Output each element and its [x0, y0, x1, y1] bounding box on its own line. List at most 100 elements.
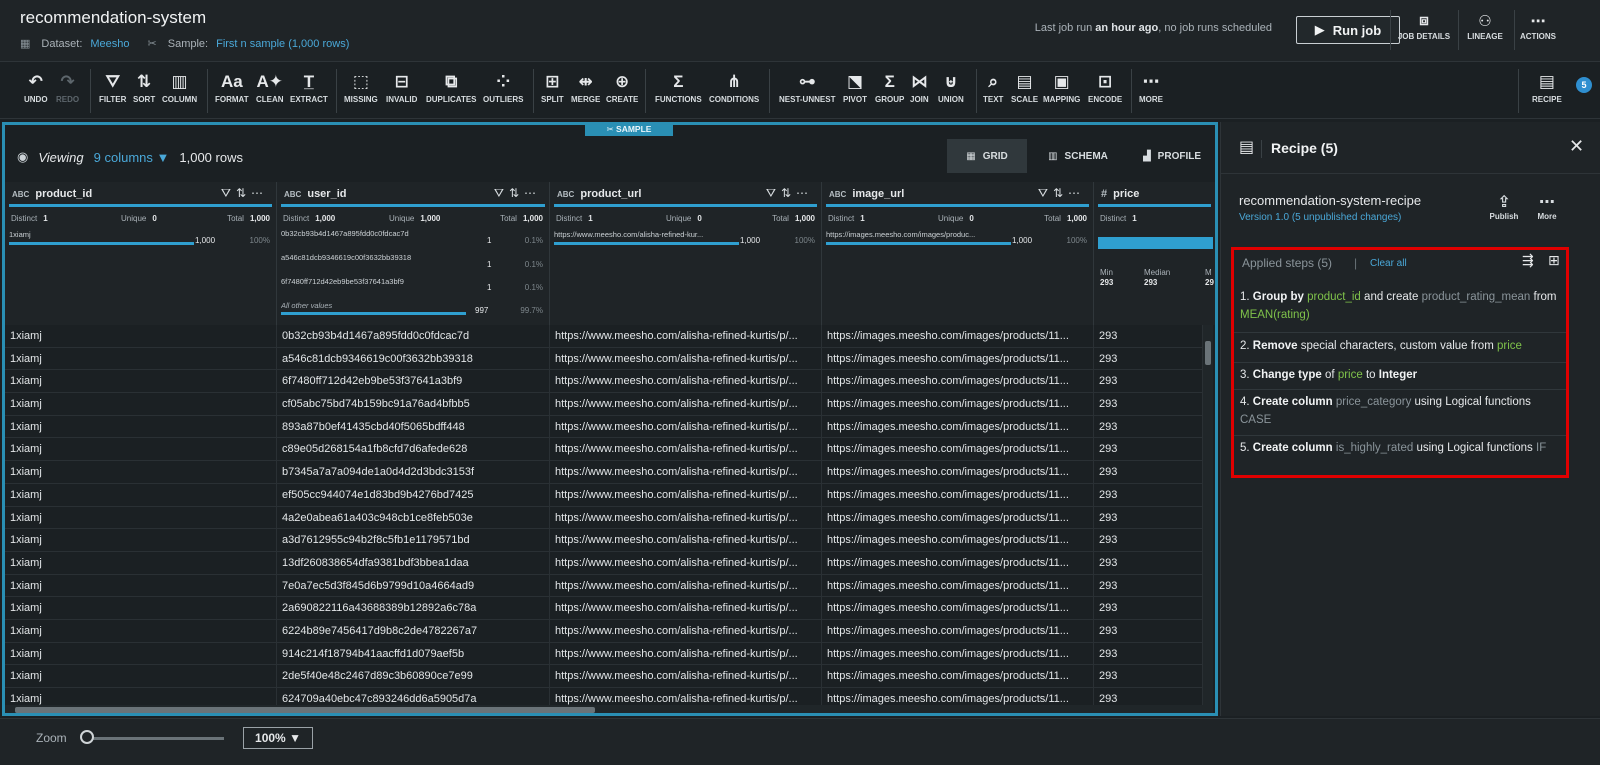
recipe-button[interactable]: ▤ RECIPE — [1532, 71, 1562, 104]
table-cell[interactable]: https://images.meesho.com/images/product… — [822, 642, 1094, 665]
table-cell[interactable]: a3d7612955c94b2f8c5fb1e1179571bd — [277, 529, 550, 551]
extract-button[interactable]: T̲ EXTRACT — [290, 71, 328, 104]
table-cell[interactable]: 293 — [1094, 415, 1203, 438]
table-cell[interactable]: https://www.meesho.com/alisha-refined-ku… — [550, 438, 822, 461]
conditions-button[interactable]: ⋔ CONDITIONS — [709, 71, 759, 104]
table-cell[interactable]: https://www.meesho.com/alisha-refined-ku… — [550, 642, 822, 665]
zoom-slider[interactable] — [84, 737, 224, 740]
encode-button[interactable]: ⊡ ENCODE — [1088, 71, 1122, 104]
duplicates-button[interactable]: ⧉ DUPLICATES — [426, 71, 477, 104]
table-cell[interactable]: 4a2e0abea61a403c948cb1ce8feb503e — [277, 506, 550, 529]
table-cell[interactable]: 1xiamj — [5, 551, 277, 574]
table-cell[interactable]: 1xiamj — [5, 461, 277, 483]
table-cell[interactable]: 293 — [1094, 347, 1203, 370]
table-cell[interactable]: https://images.meesho.com/images/product… — [822, 597, 1094, 619]
add-step-icon[interactable]: ⊞ — [1548, 252, 1560, 269]
table-cell[interactable]: 293 — [1094, 370, 1203, 393]
table-cell[interactable]: https://images.meesho.com/images/product… — [822, 370, 1094, 393]
table-cell[interactable]: 293 — [1094, 461, 1203, 483]
table-row[interactable]: 1xiamj 6f7480ff712d42eb9be53f37641a3bf9 ht… — [5, 370, 1203, 394]
column-actions[interactable]: ⛛⇅⋯ — [494, 186, 541, 201]
table-cell[interactable]: 1xiamj — [5, 506, 277, 529]
undo-button[interactable]: ↶ UNDO — [24, 71, 48, 104]
missing-button[interactable]: ⬚ MISSING — [344, 71, 378, 104]
zoom-select[interactable]: 100% ▼ — [243, 727, 313, 749]
run-job-button[interactable]: ▶ Run job — [1296, 16, 1400, 44]
table-cell[interactable]: 1xiamj — [5, 438, 277, 461]
recipe-step-1[interactable]: 1. Group by product_id and create produc… — [1234, 288, 1566, 333]
table-row[interactable]: 1xiamj a546c81dcb9346619c00f3632bb39318 ht… — [5, 347, 1203, 371]
table-row[interactable]: 1xiamj 893a87b0ef41435cbd40f5065bdff448 ht… — [5, 415, 1203, 439]
table-cell[interactable]: 0b32cb93b4d1467a895fdd0c0fdcac7d — [277, 325, 550, 347]
table-cell[interactable]: 1xiamj — [5, 529, 277, 551]
recipe-step-2[interactable]: 2. Remove special characters, custom val… — [1234, 337, 1566, 363]
split-button[interactable]: ⊞ SPLIT — [541, 71, 564, 104]
table-cell[interactable]: 1xiamj — [5, 574, 277, 597]
table-cell[interactable]: https://images.meesho.com/images/product… — [822, 483, 1094, 506]
column-header-product-url[interactable]: ABC product_url ⛛⇅⋯ Distinct 1 Unique 0 Tot… — [550, 182, 822, 325]
table-cell[interactable]: 1xiamj — [5, 642, 277, 665]
table-cell[interactable]: https://images.meesho.com/images/product… — [822, 415, 1094, 438]
table-cell[interactable]: https://www.meesho.com/alisha-refined-ku… — [550, 574, 822, 597]
column-actions[interactable]: ⛛⇅⋯ — [221, 186, 268, 201]
table-cell[interactable]: https://images.meesho.com/images/product… — [822, 347, 1094, 370]
table-cell[interactable]: ef505cc944074e1d83bd9b4276bd7425 — [277, 483, 550, 506]
sample-link[interactable]: First n sample (1,000 rows) — [216, 38, 349, 50]
table-cell[interactable]: 293 — [1094, 574, 1203, 597]
table-cell[interactable]: 6f7480ff712d42eb9be53f37641a3bf9 — [277, 370, 550, 393]
table-row[interactable]: 1xiamj 2de5f40e48c2467d89c3b60890ce7e99 ht… — [5, 665, 1203, 688]
table-cell[interactable]: 2a690822116a43688389b12892a6c78a — [277, 597, 550, 619]
table-cell[interactable]: 293 — [1094, 506, 1203, 529]
table-cell[interactable]: https://www.meesho.com/alisha-refined-ku… — [550, 529, 822, 551]
table-cell[interactable]: 293 — [1094, 529, 1203, 551]
table-cell[interactable]: https://images.meesho.com/images/product… — [822, 461, 1094, 483]
table-cell[interactable]: cf05abc75bd74b159bc91a76ad4bfbb5 — [277, 393, 550, 415]
column-header-image-url[interactable]: ABC image_url ⛛⇅⋯ Distinct 1 Unique 0 Total… — [822, 182, 1094, 325]
table-cell[interactable]: https://www.meesho.com/alisha-refined-ku… — [550, 393, 822, 415]
table-row[interactable]: 1xiamj 4a2e0abea61a403c948cb1ce8feb503e ht… — [5, 506, 1203, 530]
pivot-button[interactable]: ⬔ PIVOT — [843, 71, 867, 104]
table-row[interactable]: 1xiamj 2a690822116a43688389b12892a6c78a ht… — [5, 597, 1203, 620]
table-cell[interactable]: 1xiamj — [5, 370, 277, 393]
horizontal-scrollbar[interactable] — [5, 705, 1213, 713]
group-button[interactable]: Σ GROUP — [875, 71, 904, 104]
table-cell[interactable]: https://www.meesho.com/alisha-refined-ku… — [550, 619, 822, 642]
table-cell[interactable]: 1xiamj — [5, 347, 277, 370]
redo-button[interactable]: ↷ REDO — [56, 71, 79, 104]
recipe-version[interactable]: Version 1.0 (5 unpublished changes) — [1239, 212, 1401, 223]
table-row[interactable]: 1xiamj a3d7612955c94b2f8c5fb1e1179571bd ht… — [5, 529, 1203, 552]
table-cell[interactable]: 1xiamj — [5, 393, 277, 415]
clear-all-link[interactable]: Clear all — [1370, 258, 1407, 269]
sort-button[interactable]: ⇅ SORT — [133, 71, 155, 104]
table-cell[interactable]: https://images.meesho.com/images/product… — [822, 393, 1094, 415]
tab-profile[interactable]: ▟ PROFILE — [1127, 139, 1215, 173]
recipe-step-3[interactable]: 3. Change type of price to Integer — [1234, 366, 1566, 390]
table-cell[interactable]: 293 — [1094, 438, 1203, 461]
job-details-button[interactable]: ⧈ JOB DETAILS — [1392, 12, 1456, 41]
create-button[interactable]: ⊕ CREATE — [606, 71, 638, 104]
invalid-button[interactable]: ⊟ INVALID — [386, 71, 417, 104]
mapping-button[interactable]: ▣ MAPPING — [1043, 71, 1080, 104]
table-row[interactable]: 1xiamj b7345a7a7a094de1a0d4d2d3bdc3153f ht… — [5, 461, 1203, 484]
table-cell[interactable]: 293 — [1094, 619, 1203, 642]
table-cell[interactable]: https://www.meesho.com/alisha-refined-ku… — [550, 370, 822, 393]
table-cell[interactable]: 1xiamj — [5, 483, 277, 506]
table-row[interactable]: 1xiamj cf05abc75bd74b159bc91a76ad4bfbb5 ht… — [5, 393, 1203, 416]
table-cell[interactable]: https://images.meesho.com/images/product… — [822, 551, 1094, 574]
table-cell[interactable]: b7345a7a7a094de1a0d4d2d3bdc3153f — [277, 461, 550, 483]
more-button[interactable]: ⋯ MORE — [1139, 71, 1163, 104]
table-cell[interactable]: https://www.meesho.com/alisha-refined-ku… — [550, 325, 822, 347]
table-cell[interactable]: 1xiamj — [5, 619, 277, 642]
table-cell[interactable]: 293 — [1094, 665, 1203, 687]
table-cell[interactable]: 13df260838654dfa9381bdf3bbea1daa — [277, 551, 550, 574]
union-button[interactable]: ⊎ UNION — [938, 71, 964, 104]
table-row[interactable]: 1xiamj 13df260838654dfa9381bdf3bbea1daa ht… — [5, 551, 1203, 575]
column-actions[interactable]: ⛛⇅⋯ — [766, 186, 813, 201]
table-cell[interactable]: https://www.meesho.com/alisha-refined-ku… — [550, 483, 822, 506]
column-header-product-id[interactable]: ABC product_id ⛛⇅⋯ Distinct 1 Unique 0 Tota… — [5, 182, 277, 325]
actions-button[interactable]: ⋯ ACTIONS — [1506, 12, 1570, 41]
collapse-steps-icon[interactable]: ⇶ — [1522, 252, 1534, 269]
publish-button[interactable]: ⇪ Publish — [1482, 192, 1526, 221]
table-cell[interactable]: https://images.meesho.com/images/product… — [822, 574, 1094, 597]
table-cell[interactable]: https://www.meesho.com/alisha-refined-ku… — [550, 415, 822, 438]
